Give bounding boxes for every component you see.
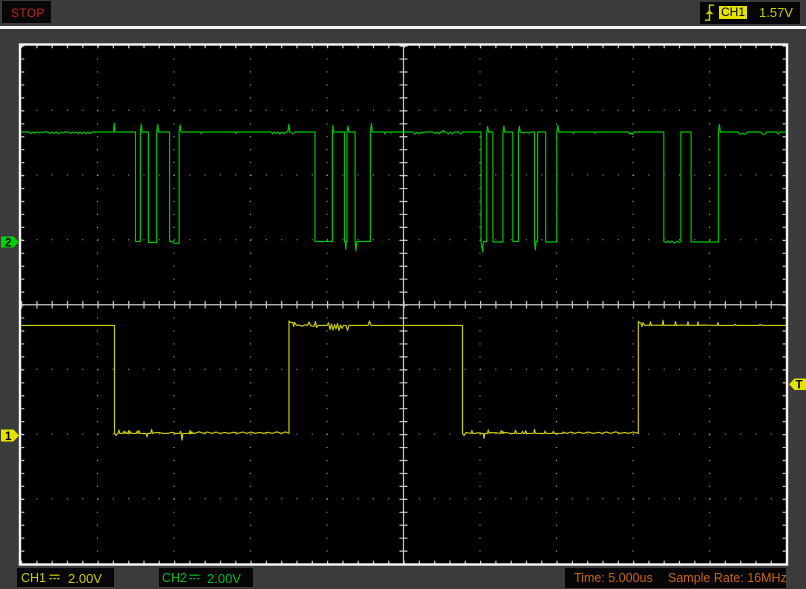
svg-text:1: 1 (5, 431, 12, 443)
svg-text:2: 2 (5, 237, 11, 249)
svg-text:T: T (796, 380, 803, 392)
